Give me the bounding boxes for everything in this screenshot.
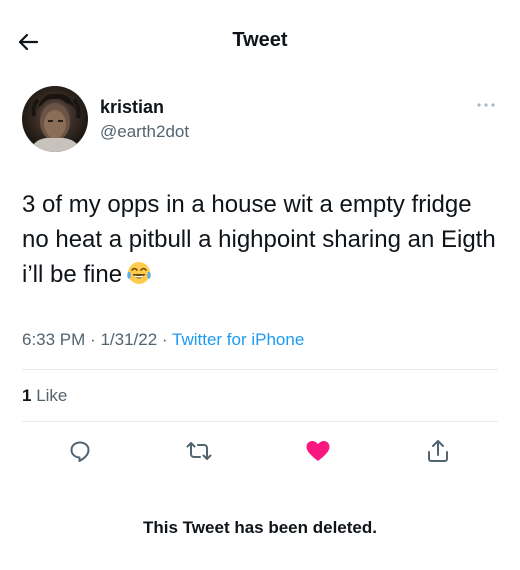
tweet-body: 3 of my opps in a house wit a empty frid… [22,187,502,296]
tweet-time: 6:33 PM [22,330,86,349]
more-horizontal-icon [477,103,495,107]
tweet-date: 1/31/22 [100,330,158,349]
tweet-text: 3 of my opps in a house wit a empty frid… [22,191,496,288]
tweet-header: Tweet [0,0,520,84]
meta-separator: · [90,330,96,349]
author-handle[interactable]: @earth2dot [100,122,189,142]
retweet-icon [186,442,212,460]
reply-icon [70,441,90,462]
likes-label: Like [36,386,68,405]
heart-icon [306,441,330,461]
retweet-button[interactable] [182,434,216,468]
tears-of-joy-emoji-icon [126,260,152,296]
tweet-meta: 6:33 PM · 1/31/22 · Twitter for iPhone [22,330,304,350]
like-button[interactable] [301,434,335,468]
avatar-image [30,93,82,152]
tweet-actions [0,434,520,474]
divider [22,421,498,422]
likes-number: 1 [22,386,32,405]
deleted-notice: This Tweet has been deleted. [143,518,377,537]
likes-count[interactable]: 1 Like [22,386,67,406]
tweet-source-link[interactable]: Twitter for iPhone [172,330,304,349]
avatar[interactable] [22,86,88,152]
reply-button[interactable] [63,434,97,468]
meta-separator: · [161,330,168,349]
more-options-button[interactable] [474,98,498,112]
author-name[interactable]: kristian [100,97,164,118]
share-icon [428,440,448,462]
page-title: Tweet [232,29,288,51]
share-button[interactable] [421,434,455,468]
divider [22,369,498,370]
